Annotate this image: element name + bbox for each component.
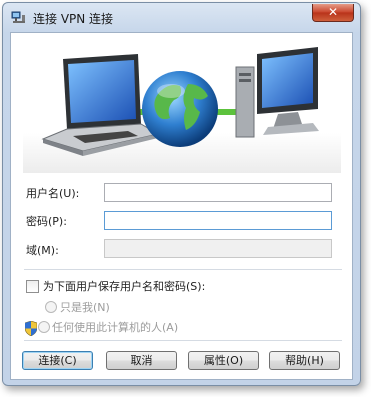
title-bar[interactable]: 连接 VPN 连接 ✕ bbox=[3, 3, 360, 31]
domain-label: 域(M): bbox=[26, 244, 59, 257]
laptop-icon bbox=[41, 54, 160, 156]
only-me-label: 只是我(N) bbox=[60, 301, 110, 314]
username-field[interactable] bbox=[104, 183, 332, 202]
cancel-button[interactable]: 取消 bbox=[106, 351, 177, 370]
vpn-dialog-window: 连接 VPN 连接 ✕ 用户名(U): 密码(P): 域(M): 为下面用户保存… bbox=[2, 2, 361, 386]
username-label: 用户名(U): bbox=[26, 187, 80, 200]
close-button[interactable]: ✕ bbox=[312, 4, 354, 22]
globe-icon bbox=[142, 71, 218, 147]
domain-field bbox=[104, 239, 332, 258]
help-button[interactable]: 帮助(H) bbox=[269, 351, 340, 370]
anyone-label: 任何使用此计算机的人(A) bbox=[52, 321, 179, 334]
window-title: 连接 VPN 连接 bbox=[33, 12, 114, 26]
dialog-client-area: 用户名(U): 密码(P): 域(M): 为下面用户保存用户名和密码(S): 只… bbox=[10, 32, 353, 380]
properties-button[interactable]: 属性(O) bbox=[188, 351, 259, 370]
vpn-banner-image bbox=[23, 39, 341, 173]
separator bbox=[24, 340, 342, 341]
password-label: 密码(P): bbox=[26, 215, 67, 228]
server-icon bbox=[235, 47, 319, 138]
anyone-radio bbox=[38, 321, 50, 333]
save-credentials-label[interactable]: 为下面用户保存用户名和密码(S): bbox=[43, 278, 205, 294]
password-field[interactable] bbox=[104, 211, 332, 230]
separator bbox=[24, 269, 342, 270]
connect-button[interactable]: 连接(C) bbox=[22, 351, 93, 370]
uac-shield-icon bbox=[25, 321, 37, 336]
only-me-radio bbox=[45, 301, 57, 313]
network-connection-icon bbox=[11, 11, 25, 23]
save-credentials-checkbox[interactable] bbox=[26, 280, 39, 293]
